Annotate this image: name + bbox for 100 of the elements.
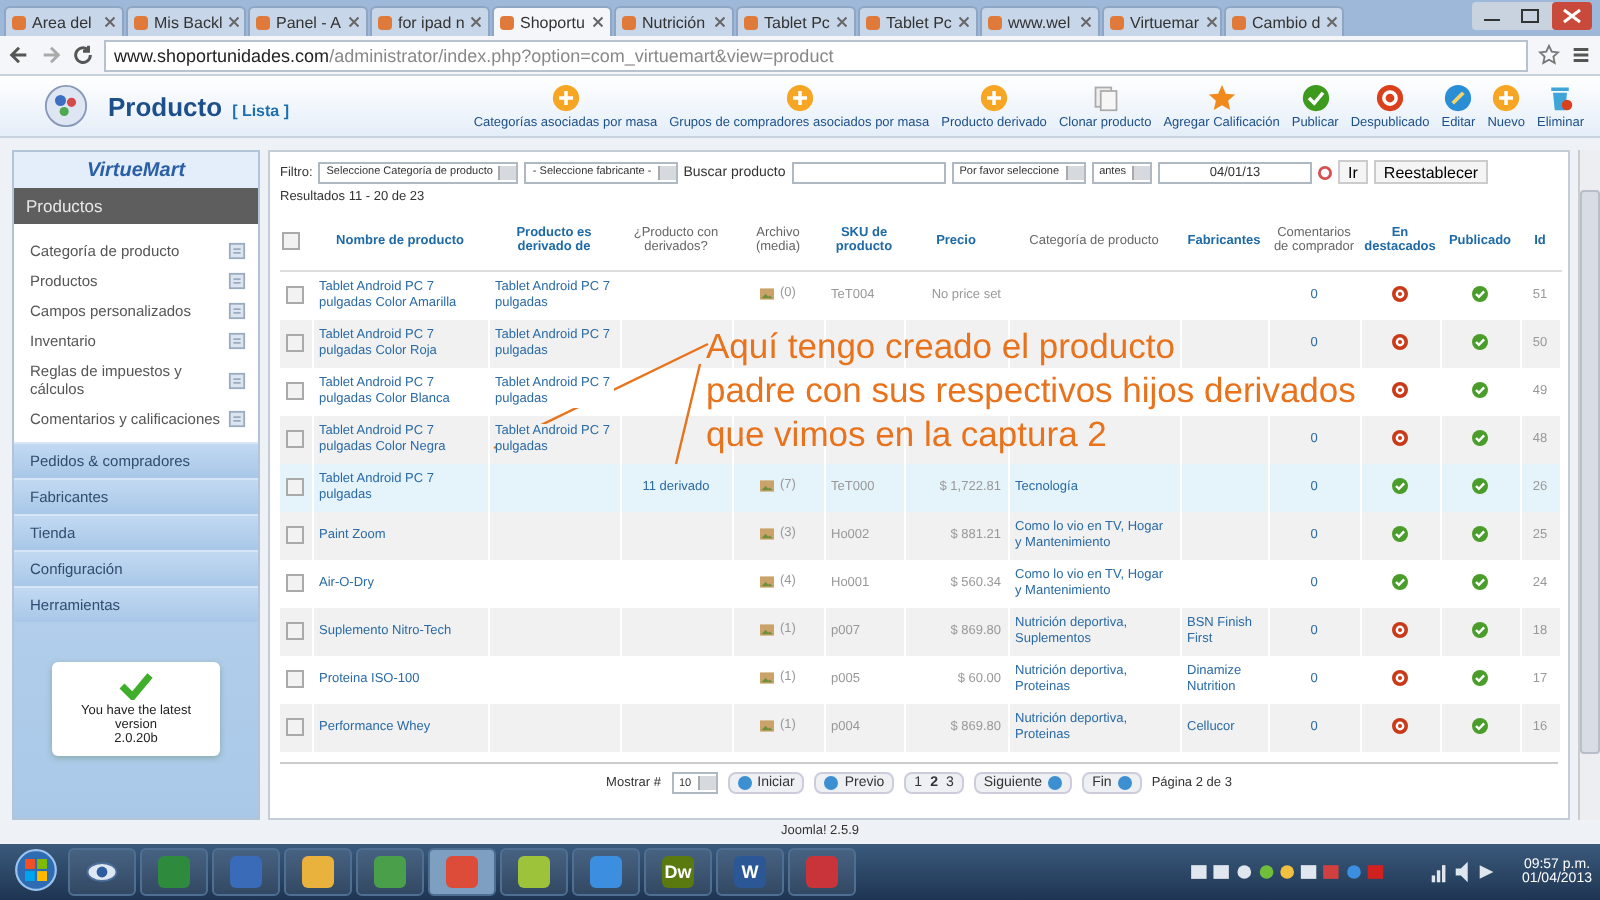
- browser-tab[interactable]: www.wel: [980, 6, 1100, 36]
- row-checkbox[interactable]: [286, 622, 304, 641]
- list-icon: [228, 302, 246, 320]
- check-icon[interactable]: [1392, 574, 1408, 591]
- forward-icon[interactable]: [40, 44, 62, 66]
- row-checkbox[interactable]: [286, 574, 304, 593]
- clear-icon[interactable]: [1318, 165, 1333, 179]
- app-icon: [374, 856, 406, 888]
- check-icon[interactable]: [1472, 382, 1488, 399]
- browser-tab[interactable]: Virtuemar: [1102, 6, 1222, 36]
- start-orb-icon: [14, 847, 58, 891]
- taskbar-app-button[interactable]: Dw: [644, 848, 712, 896]
- check-icon[interactable]: [1392, 526, 1408, 543]
- close-icon[interactable]: [1205, 16, 1218, 28]
- reset-button[interactable]: Reestablecer: [1373, 160, 1489, 184]
- browser-tab[interactable]: Tablet Pc: [736, 6, 856, 36]
- close-icon[interactable]: [470, 16, 483, 28]
- stop-icon[interactable]: [1392, 286, 1408, 303]
- back-icon[interactable]: [8, 44, 30, 66]
- annotation-line: que vimos en la captura 2: [706, 412, 1107, 456]
- close-icon[interactable]: [104, 16, 116, 28]
- check-icon[interactable]: [1472, 334, 1488, 351]
- app-icon: [806, 856, 838, 888]
- row-checkbox[interactable]: [286, 334, 304, 353]
- reload-icon[interactable]: [72, 44, 94, 66]
- close-icon[interactable]: [348, 16, 360, 28]
- star-icon[interactable]: [1538, 44, 1560, 66]
- check-icon[interactable]: [1472, 670, 1488, 687]
- browser-tab[interactable]: Mis Backl: [126, 6, 246, 36]
- close-icon[interactable]: [836, 16, 848, 28]
- app-icon: [590, 856, 622, 888]
- image-icon: [760, 287, 775, 300]
- taskbar-app-button[interactable]: [284, 848, 352, 896]
- go-button[interactable]: Ir: [1338, 160, 1368, 184]
- browser-tab[interactable]: Area del: [4, 6, 124, 36]
- annotation-line: padre con sus respectivos hijos derivados: [706, 368, 1356, 412]
- close-icon[interactable]: [1326, 16, 1339, 28]
- address-field[interactable]: www.shoportunidades.com/administrator/index.php?option=com_virtuemart&view=product: [104, 39, 1528, 71]
- annotation-line: Aquí tengo creado el producto: [706, 324, 1175, 368]
- check-icon: [1301, 83, 1330, 111]
- close-icon[interactable]: [1080, 16, 1092, 28]
- page-title: Producto: [108, 91, 223, 121]
- list-icon: [228, 242, 246, 260]
- close-icon[interactable]: [228, 16, 241, 28]
- browser-tab[interactable]: Tablet Pc: [858, 6, 978, 36]
- check-icon[interactable]: [1472, 574, 1488, 591]
- close-icon[interactable]: [592, 16, 604, 28]
- row-checkbox[interactable]: [286, 286, 304, 305]
- plus-icon: [551, 83, 580, 111]
- stop-icon[interactable]: [1392, 718, 1408, 735]
- section-header: Productos: [14, 188, 258, 224]
- taskbar-app-button[interactable]: [356, 848, 424, 896]
- row-checkbox[interactable]: [286, 430, 304, 449]
- row-checkbox[interactable]: [286, 382, 304, 401]
- taskbar-app-button[interactable]: [572, 848, 640, 896]
- taskbar-app-button[interactable]: [500, 848, 568, 896]
- row-checkbox[interactable]: [286, 718, 304, 737]
- close-icon[interactable]: [958, 16, 970, 28]
- star-icon: [1207, 83, 1236, 111]
- row-checkbox[interactable]: [286, 670, 304, 689]
- stop-icon[interactable]: [1392, 382, 1408, 399]
- close-icon[interactable]: [714, 16, 726, 28]
- browser-tab[interactable]: Shoportu: [492, 6, 612, 36]
- favicon-icon: [500, 15, 514, 29]
- app-icon: W: [734, 856, 766, 888]
- eye-app-button[interactable]: [68, 848, 136, 896]
- browser-tab[interactable]: Panel - A: [248, 6, 368, 36]
- stop-icon[interactable]: [1392, 430, 1408, 447]
- row-checkbox[interactable]: [286, 478, 304, 497]
- select-all-checkbox[interactable]: [282, 231, 300, 249]
- stop-icon[interactable]: [1392, 334, 1408, 351]
- list-icon: [228, 410, 246, 428]
- image-icon: [760, 527, 775, 540]
- browser-tab[interactable]: for ipad n: [370, 6, 490, 36]
- check-icon[interactable]: [1472, 430, 1488, 447]
- search-field[interactable]: [791, 161, 946, 183]
- app-icon: [302, 856, 334, 888]
- browser-tab[interactable]: Cambio d: [1224, 6, 1344, 36]
- plus-icon: [785, 83, 814, 111]
- stop-icon[interactable]: [1392, 670, 1408, 687]
- app-icon: [230, 856, 262, 888]
- check-icon[interactable]: [1472, 526, 1488, 543]
- check-icon[interactable]: [1472, 622, 1488, 639]
- check-icon[interactable]: [1472, 286, 1488, 303]
- row-checkbox[interactable]: [286, 526, 304, 545]
- check-icon[interactable]: [1472, 718, 1488, 735]
- copy-icon: [1091, 83, 1120, 111]
- taskbar-app-button[interactable]: W: [716, 848, 784, 896]
- stop-icon: [1376, 83, 1405, 111]
- check-icon[interactable]: [1392, 478, 1408, 495]
- stop-icon[interactable]: [1392, 622, 1408, 639]
- favicon-icon: [378, 15, 392, 29]
- app-icon: [518, 856, 550, 888]
- page-subtitle: [ Lista ]: [232, 101, 290, 119]
- menu-icon[interactable]: [1570, 44, 1592, 66]
- browser-tab[interactable]: Nutrición: [614, 6, 734, 36]
- window-controls-icon[interactable]: [1472, 1, 1592, 29]
- check-icon[interactable]: [1472, 478, 1488, 495]
- favicon-icon: [744, 15, 758, 29]
- scrollbar[interactable]: [1578, 150, 1600, 820]
